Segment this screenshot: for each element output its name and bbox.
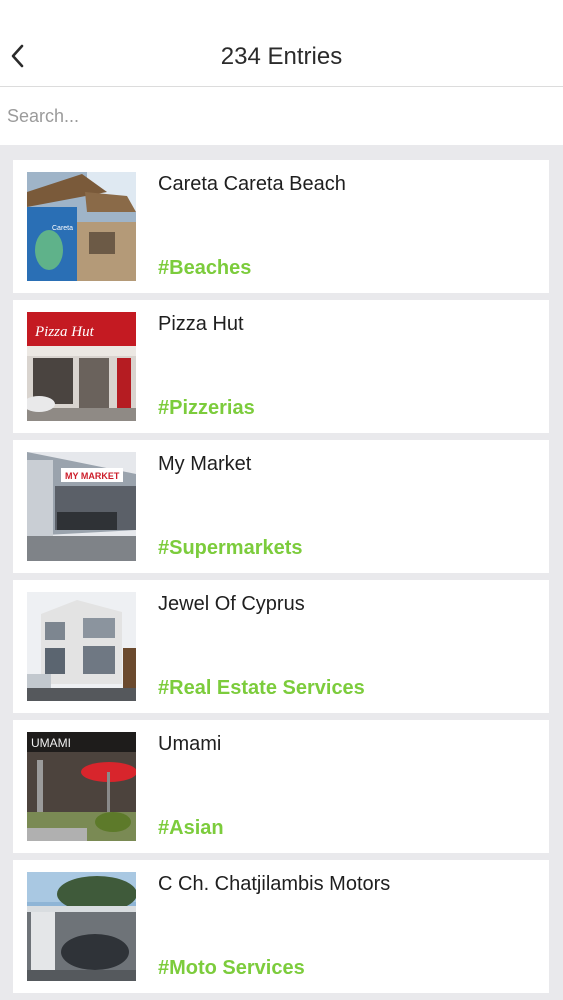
entry-thumbnail: Careta bbox=[27, 172, 136, 281]
entry-category-tag[interactable]: #Supermarkets bbox=[158, 536, 303, 560]
restaurant-storefront-image: UMAMI bbox=[27, 732, 136, 841]
navigation-bar: 234 Entries bbox=[0, 0, 563, 87]
entry-category-tag[interactable]: #Beaches bbox=[158, 256, 251, 280]
thumbnail-sign-text: Pizza Hut bbox=[34, 324, 95, 340]
office-building-image bbox=[27, 592, 136, 701]
thumbnail-sign-text: Careta bbox=[52, 225, 73, 232]
list-item[interactable]: C Ch. Chatjilambis Motors #Moto Services bbox=[13, 860, 549, 993]
entry-name: My Market bbox=[158, 453, 252, 475]
pizza-hut-storefront-image: Pizza Hut bbox=[27, 312, 136, 421]
list-item[interactable]: Careta Careta Careta Beach #Beaches bbox=[13, 160, 549, 293]
search-input[interactable] bbox=[0, 87, 563, 145]
entry-name: C Ch. Chatjilambis Motors bbox=[158, 873, 391, 895]
entry-thumbnail: UMAMI bbox=[27, 732, 136, 841]
list-item[interactable]: Pizza Hut Pizza Hut #Pizzerias bbox=[13, 300, 549, 433]
entry-thumbnail: MY MARKET bbox=[27, 452, 136, 561]
entry-category-tag[interactable]: #Asian bbox=[158, 816, 224, 840]
entry-category-tag[interactable]: #Pizzerias bbox=[158, 396, 255, 420]
entry-category-tag[interactable]: #Real Estate Services bbox=[158, 676, 365, 700]
entry-thumbnail bbox=[27, 872, 136, 981]
thumbnail-sign-text: UMAMI bbox=[31, 736, 71, 750]
entry-name: Umami bbox=[158, 733, 222, 755]
entry-thumbnail bbox=[27, 592, 136, 701]
motor-dealership-image bbox=[27, 872, 136, 981]
entry-category-tag[interactable]: #Moto Services bbox=[158, 956, 305, 980]
entry-name: Pizza Hut bbox=[158, 313, 244, 335]
entries-list[interactable]: Careta Careta Careta Beach #Beaches Pizz… bbox=[0, 145, 563, 1000]
page-title: 234 Entries bbox=[220, 43, 343, 70]
supermarket-building-image: MY MARKET bbox=[27, 452, 136, 561]
list-item[interactable]: MY MARKET My Market #Supermarkets bbox=[13, 440, 549, 573]
search-bar bbox=[0, 87, 563, 145]
entry-thumbnail: Pizza Hut bbox=[27, 312, 136, 421]
entry-name: Jewel Of Cyprus bbox=[158, 593, 305, 615]
list-item[interactable]: Jewel Of Cyprus #Real Estate Services bbox=[13, 580, 549, 713]
beach-bar-image: Careta bbox=[27, 172, 136, 281]
app-screen: 234 Entries Careta Careta Careta B bbox=[0, 0, 563, 1000]
list-item[interactable]: UMAMI Umami #Asian bbox=[13, 720, 549, 853]
thumbnail-sign-text: MY MARKET bbox=[65, 471, 120, 481]
entry-name: Careta Careta Beach bbox=[158, 173, 346, 195]
